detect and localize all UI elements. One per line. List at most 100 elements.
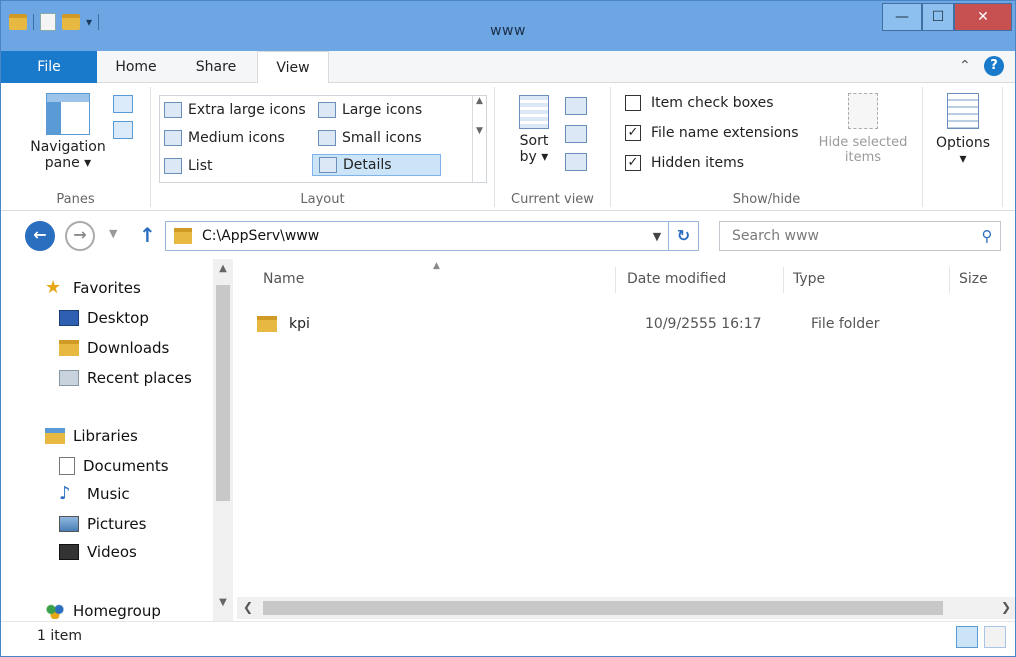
nav-music[interactable]: ♪ Music	[59, 483, 130, 504]
scroll-right-icon[interactable]: ❯	[1001, 600, 1011, 614]
minimize-button[interactable]: —	[882, 3, 922, 31]
options-button[interactable]: Options ▾	[931, 93, 995, 167]
details-view-icon	[319, 157, 337, 173]
up-arrow-icon[interactable]: ↑	[139, 223, 156, 247]
tab-file[interactable]: File	[1, 51, 97, 83]
large-icons-option[interactable]: Large icons	[318, 102, 422, 118]
nav-favorites-label: Favorites	[73, 279, 141, 297]
file-row[interactable]: kpi 10/9/2555 16:17 File folder	[257, 311, 897, 337]
tab-view[interactable]: View	[257, 51, 329, 84]
recent-places-icon	[59, 370, 79, 386]
current-view-group-label: Current view	[511, 192, 594, 207]
help-icon[interactable]: ?	[984, 56, 1004, 76]
back-button[interactable]: ←	[25, 221, 55, 251]
close-button[interactable]: ✕	[954, 3, 1012, 31]
file-list: Name ▲ Date modified Type Size kpi 10/9/…	[237, 259, 1015, 621]
file-name-extensions-checkbox[interactable]: ✓	[625, 125, 641, 141]
file-list-horizontal-scrollbar[interactable]: ❮ ❯	[237, 597, 1015, 619]
homegroup-icon	[45, 603, 65, 619]
sort-by-label-2: by ▾	[519, 149, 549, 165]
list-option[interactable]: List	[164, 158, 212, 174]
hide-selected-items-button[interactable]: Hide selected items	[811, 93, 915, 165]
nav-documents[interactable]: Documents	[59, 457, 169, 475]
scrollbar-thumb[interactable]	[216, 285, 230, 501]
extra-large-icons-option[interactable]: Extra large icons	[164, 102, 306, 118]
layout-group-label: Layout	[300, 192, 345, 207]
large-icons-view-toggle-icon[interactable]	[984, 626, 1006, 648]
item-check-boxes-checkbox[interactable]	[625, 95, 641, 111]
extra-large-icons-icon	[164, 102, 182, 118]
recent-locations-icon[interactable]: ▼	[109, 227, 117, 240]
nav-videos[interactable]: Videos	[59, 543, 137, 561]
scroll-left-icon[interactable]: ❮	[243, 600, 253, 614]
desktop-icon	[59, 310, 79, 326]
file-date-modified: 10/9/2555 16:17	[645, 316, 762, 332]
scrollbar-thumb[interactable]	[263, 601, 943, 615]
search-placeholder: Search www	[732, 228, 819, 244]
music-icon: ♪	[59, 483, 71, 504]
nav-desktop[interactable]: Desktop	[59, 309, 149, 327]
preview-pane-icon[interactable]	[113, 95, 133, 113]
maximize-button[interactable]: ☐	[922, 3, 954, 31]
hide-selected-items-icon	[848, 93, 878, 129]
nav-favorites[interactable]: ★ Favorites	[45, 277, 141, 298]
size-all-columns-icon[interactable]	[565, 153, 587, 171]
address-row: ← → ▼ ↑ C:\AppServ\www ▼ ↻ Search www ⚲	[1, 211, 1015, 259]
list-icon	[164, 158, 182, 174]
column-header-name[interactable]: Name	[263, 271, 304, 287]
hide-selected-label: Hide selected	[818, 135, 908, 150]
column-header-size[interactable]: Size	[959, 271, 988, 287]
item-check-boxes-toggle[interactable]: Item check boxes	[625, 95, 774, 111]
small-icons-label: Small icons	[342, 130, 422, 146]
panes-group: Navigation pane ▾ Panes	[1, 87, 151, 207]
sort-by-button[interactable]: Sort by ▾	[511, 95, 557, 165]
navigation-pane-button[interactable]: Navigation pane ▾	[23, 93, 113, 171]
extra-large-icons-label: Extra large icons	[188, 102, 306, 118]
scroll-down-icon[interactable]: ▼	[213, 597, 233, 608]
navigation-pane: ★ Favorites Desktop Downloads Recent pla…	[1, 259, 237, 621]
details-pane-icon[interactable]	[113, 121, 133, 139]
star-icon: ★	[45, 277, 62, 298]
column-divider[interactable]	[783, 267, 784, 293]
scroll-up-icon[interactable]: ▲	[213, 263, 233, 274]
documents-icon	[59, 457, 75, 475]
medium-icons-option[interactable]: Medium icons	[164, 130, 285, 146]
folder-icon	[174, 228, 192, 244]
nav-homegroup[interactable]: Homegroup	[45, 602, 161, 620]
details-option[interactable]: Details	[312, 154, 441, 176]
pictures-icon	[59, 516, 79, 532]
forward-button[interactable]: →	[65, 221, 95, 251]
search-input[interactable]: Search www ⚲	[719, 221, 1001, 251]
file-name-extensions-toggle[interactable]: ✓ File name extensions	[625, 125, 799, 141]
hidden-items-checkbox[interactable]: ✓	[625, 155, 641, 171]
address-path[interactable]: C:\AppServ\www	[202, 228, 646, 244]
nav-downloads-label: Downloads	[87, 339, 170, 357]
nav-downloads[interactable]: Downloads	[59, 339, 169, 357]
large-icons-label: Large icons	[342, 102, 423, 118]
file-name-extensions-label: File name extensions	[651, 125, 799, 141]
layout-gallery-scroll[interactable]: ▲ ▼	[472, 96, 486, 182]
navigation-pane-scrollbar[interactable]: ▲ ▼	[213, 259, 233, 621]
group-by-icon[interactable]	[565, 97, 587, 115]
hide-selected-label-2: items	[844, 150, 882, 165]
tab-home[interactable]: Home	[101, 51, 171, 83]
nav-libraries[interactable]: Libraries	[45, 427, 138, 445]
address-bar[interactable]: C:\AppServ\www ▼ ↻	[165, 221, 699, 251]
column-divider[interactable]	[615, 267, 616, 293]
medium-icons-label: Medium icons	[188, 130, 285, 146]
search-icon[interactable]: ⚲	[974, 227, 1000, 245]
details-view-toggle-icon[interactable]	[956, 626, 978, 648]
nav-pictures[interactable]: Pictures	[59, 515, 146, 533]
folder-icon	[257, 316, 277, 332]
small-icons-option[interactable]: Small icons	[318, 130, 422, 146]
column-header-date-modified[interactable]: Date modified	[627, 271, 726, 287]
hidden-items-toggle[interactable]: ✓ Hidden items	[625, 155, 744, 171]
column-divider[interactable]	[949, 267, 950, 293]
address-dropdown-icon[interactable]: ▼	[646, 230, 668, 243]
column-header-type[interactable]: Type	[793, 271, 825, 287]
minimize-ribbon-icon[interactable]: ⌃	[959, 58, 971, 74]
tab-share[interactable]: Share	[181, 51, 251, 83]
refresh-icon[interactable]: ↻	[668, 222, 698, 250]
add-columns-icon[interactable]	[565, 125, 587, 143]
nav-recent-places[interactable]: Recent places	[59, 369, 192, 387]
